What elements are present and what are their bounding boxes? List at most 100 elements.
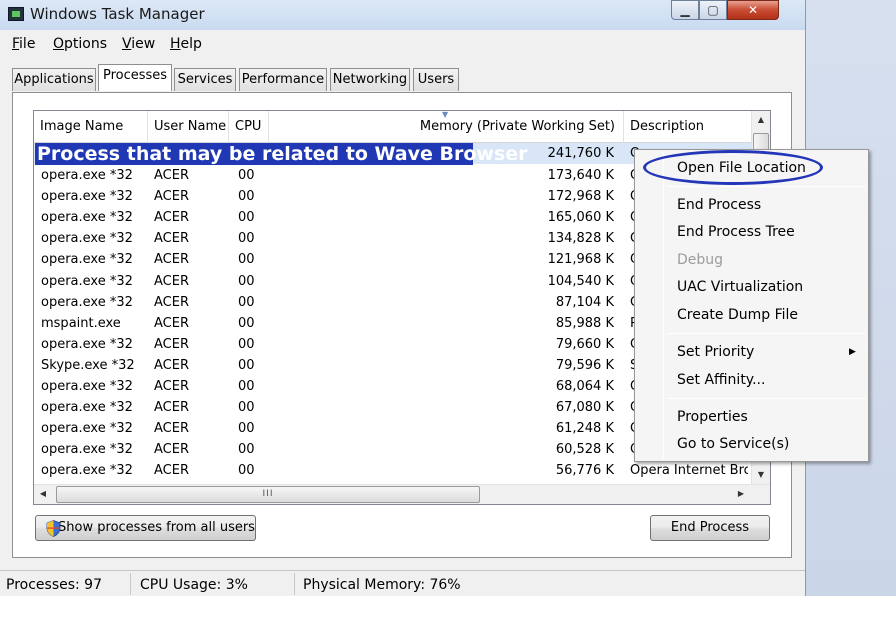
memory-cell: 61,248 K	[555, 421, 614, 437]
cpu-cell: 00	[238, 315, 255, 331]
menu-file-mnemonic: F	[12, 36, 20, 52]
status-cpu: CPU Usage: 3%	[140, 577, 248, 593]
tab-applications[interactable]: Applications	[12, 68, 96, 91]
menu-end-process-tree[interactable]: End Process Tree	[677, 220, 795, 244]
table-row[interactable]: opera.exe *32 ACER 00 56,776 K Opera Interne…	[34, 460, 751, 481]
user-name-cell: ACER	[154, 421, 189, 437]
user-name-cell: ACER	[154, 400, 189, 416]
submenu-arrow-icon: ▶	[849, 347, 856, 357]
image-name-cell: opera.exe *32	[41, 400, 133, 416]
cpu-cell: 00	[238, 252, 255, 268]
description-cell: Opera Internet Brov	[630, 463, 748, 479]
memory-cell: 68,064 K	[555, 379, 614, 394]
menu-help[interactable]: Help	[170, 36, 202, 52]
column-user-name[interactable]: User Name	[148, 111, 229, 143]
user-name-cell: ACER	[154, 273, 189, 289]
cpu-cell: 00	[238, 168, 255, 183]
status-divider	[130, 573, 131, 595]
cpu-cell: 00	[238, 294, 255, 310]
memory-cell: 85,988 K	[555, 315, 614, 331]
menu-go-to-services[interactable]: Go to Service(s)	[677, 432, 789, 456]
menu-separator	[667, 333, 866, 334]
window-title: Windows Task Manager	[30, 5, 205, 23]
user-name-cell: ACER	[154, 463, 189, 479]
cpu-cell: 00	[238, 231, 255, 247]
status-memory: Physical Memory: 76%	[303, 577, 461, 593]
menu-end-process[interactable]: End Process	[677, 193, 761, 217]
menu-options[interactable]: Options	[53, 36, 107, 52]
memory-cell: 241,760 K	[547, 146, 614, 161]
status-processes: Processes: 97	[6, 577, 102, 593]
cpu-cell: 00	[238, 442, 255, 458]
uac-shield-icon	[46, 520, 61, 537]
image-name-cell: mspaint.exe	[41, 315, 121, 331]
memory-cell: 165,060 K	[547, 210, 614, 226]
user-name-cell: ACER	[154, 336, 189, 352]
title-bar[interactable]: Windows Task Manager ▁ ▢ ✕	[0, 0, 805, 30]
menu-open-file-location[interactable]: Open File Location	[677, 156, 806, 180]
image-name-cell: opera.exe *32	[41, 463, 133, 479]
image-name-cell: opera.exe *32	[41, 231, 133, 247]
memory-cell: 173,640 K	[547, 168, 614, 183]
cpu-cell: 00	[238, 189, 255, 205]
user-name-cell: ACER	[154, 357, 189, 373]
memory-cell: 60,528 K	[555, 442, 614, 458]
menu-separator	[667, 398, 866, 399]
end-process-button[interactable]: End Process	[650, 515, 770, 541]
show-all-processes-button[interactable]: Show processes from all users	[35, 515, 256, 541]
tab-users[interactable]: Users	[413, 68, 459, 91]
context-menu-gutter	[663, 152, 664, 459]
image-name-cell: Skype.exe *32	[41, 357, 135, 373]
image-name-cell: opera.exe *32	[41, 210, 133, 226]
menu-options-rest: ptions	[64, 36, 108, 52]
status-divider	[294, 573, 295, 595]
memory-cell: 134,828 K	[547, 231, 614, 247]
cpu-cell: 00	[238, 463, 255, 479]
scroll-down-icon[interactable]: ▼	[752, 466, 770, 484]
image-name-cell: opera.exe *32	[41, 379, 133, 394]
menu-view[interactable]: View	[122, 36, 155, 52]
memory-cell: 67,080 K	[555, 400, 614, 416]
image-name-cell: opera.exe *32	[41, 189, 133, 205]
user-name-cell: ACER	[154, 315, 189, 331]
menu-view-rest: iew	[131, 36, 156, 52]
menu-properties[interactable]: Properties	[677, 405, 748, 429]
column-image-name[interactable]: Image Name	[34, 111, 148, 143]
menu-set-affinity[interactable]: Set Affinity...	[677, 368, 765, 392]
scroll-right-icon[interactable]: ▶	[732, 485, 750, 503]
menu-file-rest: ile	[19, 36, 36, 52]
scroll-left-icon[interactable]: ◀	[34, 485, 52, 503]
menu-help-mnemonic: H	[170, 36, 181, 52]
minimize-button[interactable]: ▁	[671, 0, 699, 20]
cpu-cell: 00	[238, 421, 255, 437]
tab-performance[interactable]: Performance	[239, 68, 327, 91]
menu-separator	[667, 186, 866, 187]
column-cpu[interactable]: CPU	[229, 111, 269, 143]
image-name-cell: opera.exe *32	[41, 442, 133, 458]
image-name-cell: opera.exe *32	[41, 336, 133, 352]
horizontal-scroll-thumb[interactable]: III	[56, 486, 480, 503]
horizontal-scrollbar[interactable]: ◀ III ▶	[34, 484, 770, 504]
tab-processes[interactable]: Processes	[98, 64, 172, 91]
memory-cell: 87,104 K	[555, 294, 614, 310]
task-manager-app-icon	[8, 7, 24, 21]
maximize-button[interactable]: ▢	[699, 0, 727, 20]
memory-cell: 56,776 K	[555, 463, 614, 479]
cpu-cell: 00	[238, 336, 255, 352]
cpu-cell: 00	[238, 273, 255, 289]
menu-file[interactable]: File	[12, 36, 35, 52]
menu-set-priority[interactable]: Set Priority	[677, 340, 754, 364]
menu-options-mnemonic: O	[53, 36, 65, 52]
image-name-cell: opera.exe *32	[41, 168, 133, 183]
close-button[interactable]: ✕	[727, 0, 779, 20]
tab-services[interactable]: Services	[174, 68, 236, 91]
user-name-cell: ACER	[154, 294, 189, 310]
memory-cell: 104,540 K	[547, 273, 614, 289]
menu-bar: File Options View Help	[0, 33, 805, 55]
tab-networking[interactable]: Networking	[330, 68, 410, 91]
status-bar: Processes: 97 CPU Usage: 3% Physical Mem…	[0, 570, 805, 596]
scroll-up-icon[interactable]: ▲	[752, 111, 770, 129]
menu-create-dump-file[interactable]: Create Dump File	[677, 303, 798, 327]
column-description[interactable]: Description	[624, 111, 751, 143]
menu-uac-virtualization[interactable]: UAC Virtualization	[677, 275, 803, 299]
